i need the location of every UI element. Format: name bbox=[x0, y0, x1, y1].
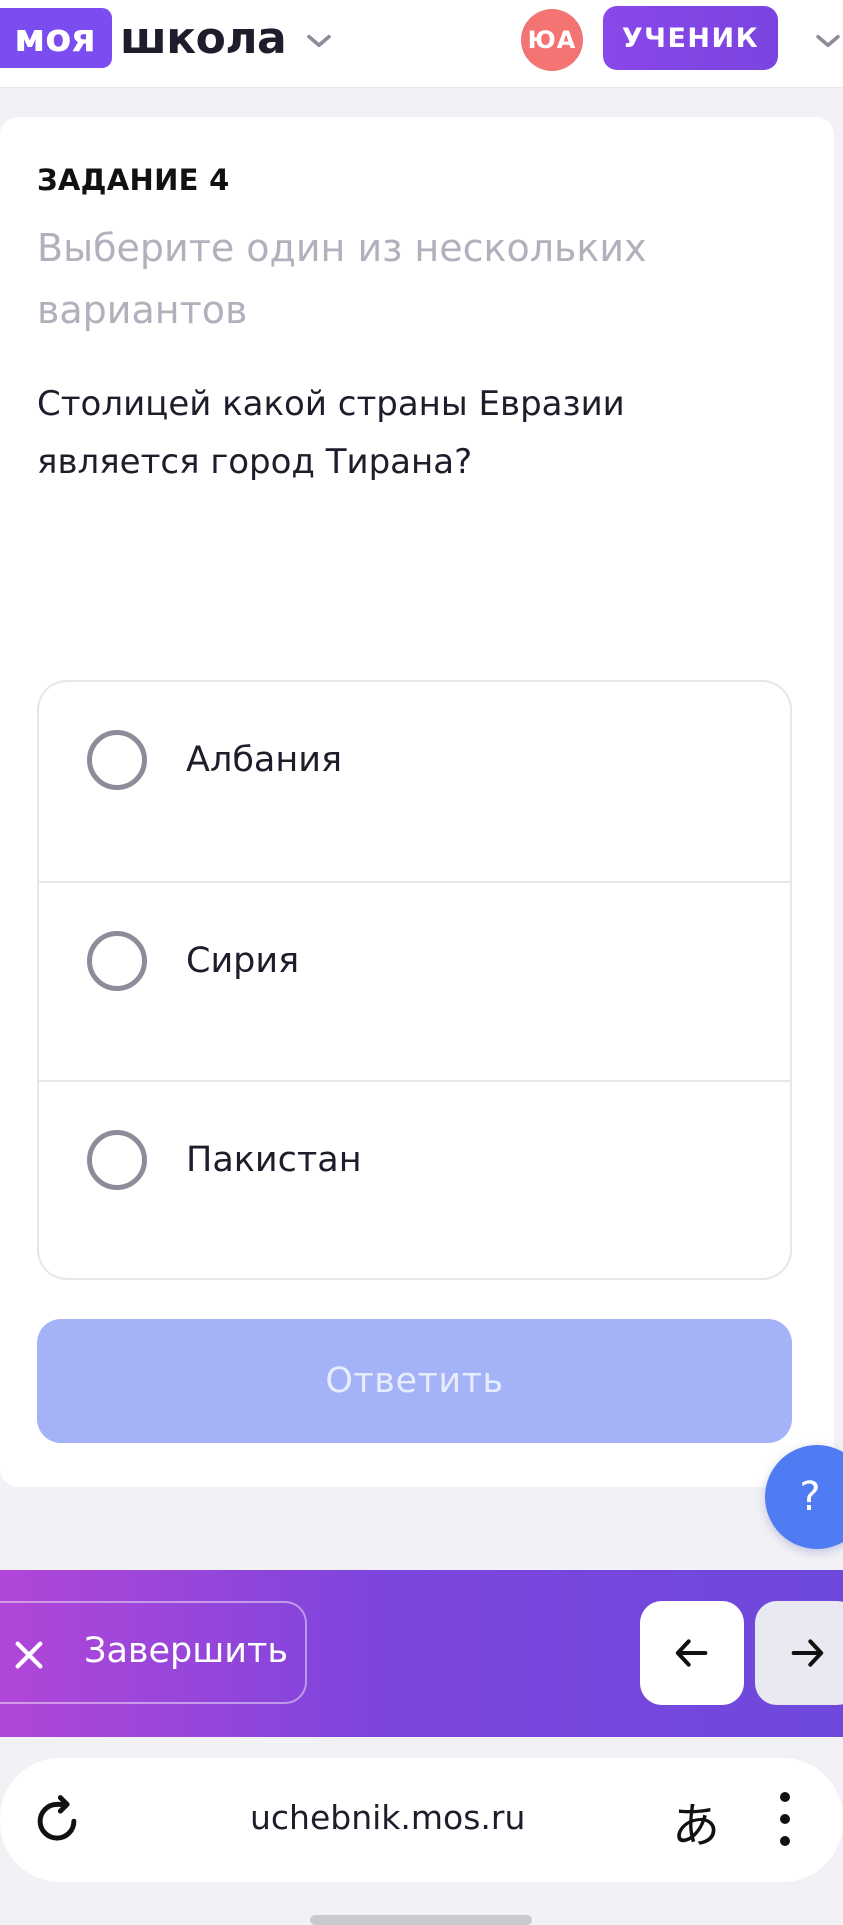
reload-icon[interactable] bbox=[30, 1792, 84, 1846]
radio-button[interactable] bbox=[87, 730, 147, 790]
option-syria[interactable]: Сирия bbox=[39, 881, 790, 1080]
question-text: Столицей какой страны Евразии является г… bbox=[37, 384, 625, 482]
avatar[interactable]: ЮА bbox=[521, 9, 583, 71]
task-card: ЗАДАНИЕ 4 Выберите один из нескольких ва… bbox=[0, 117, 834, 1487]
option-label: Сирия bbox=[186, 941, 300, 981]
logo-badge[interactable]: моя bbox=[0, 8, 112, 68]
app-header: моя школа ЮА УЧЕНИК bbox=[0, 0, 843, 88]
option-label: Албания bbox=[186, 740, 343, 780]
translate-icon[interactable]: あ bbox=[672, 1786, 720, 1856]
close-icon bbox=[15, 1641, 43, 1669]
chevron-down-icon[interactable] bbox=[302, 24, 336, 58]
radio-button[interactable] bbox=[87, 931, 147, 991]
role-button[interactable]: УЧЕНИК bbox=[603, 6, 778, 70]
task-number: ЗАДАНИЕ 4 bbox=[37, 163, 230, 197]
profile-chevron-down-icon[interactable] bbox=[808, 24, 843, 58]
browser-address-bar: uchebnik.mos.ru あ bbox=[0, 1758, 843, 1882]
answer-options: Албания Сирия Пакистан bbox=[37, 680, 792, 1280]
more-vertical-icon[interactable] bbox=[780, 1792, 790, 1846]
previous-button[interactable] bbox=[640, 1601, 744, 1705]
option-label: Пакистан bbox=[186, 1140, 362, 1180]
logo-part2[interactable]: школа bbox=[120, 8, 287, 68]
radio-button[interactable] bbox=[87, 1130, 147, 1190]
url-text[interactable]: uchebnik.mos.ru bbox=[250, 1798, 525, 1837]
home-indicator bbox=[310, 1915, 532, 1925]
task-hint: Выберите один из нескольких вариантов bbox=[37, 226, 647, 332]
answer-button[interactable]: Ответить bbox=[37, 1319, 792, 1443]
finish-button[interactable]: Завершить bbox=[0, 1601, 307, 1704]
finish-label: Завершить bbox=[84, 1631, 289, 1671]
option-pakistan[interactable]: Пакистан bbox=[39, 1080, 790, 1278]
logo-part1: моя bbox=[14, 16, 96, 60]
arrow-left-icon bbox=[675, 1639, 708, 1667]
arrow-right-icon bbox=[791, 1639, 824, 1667]
next-button[interactable] bbox=[755, 1601, 843, 1705]
bottom-nav-bar: Завершить bbox=[0, 1570, 843, 1737]
option-albania[interactable]: Албания bbox=[39, 682, 790, 881]
